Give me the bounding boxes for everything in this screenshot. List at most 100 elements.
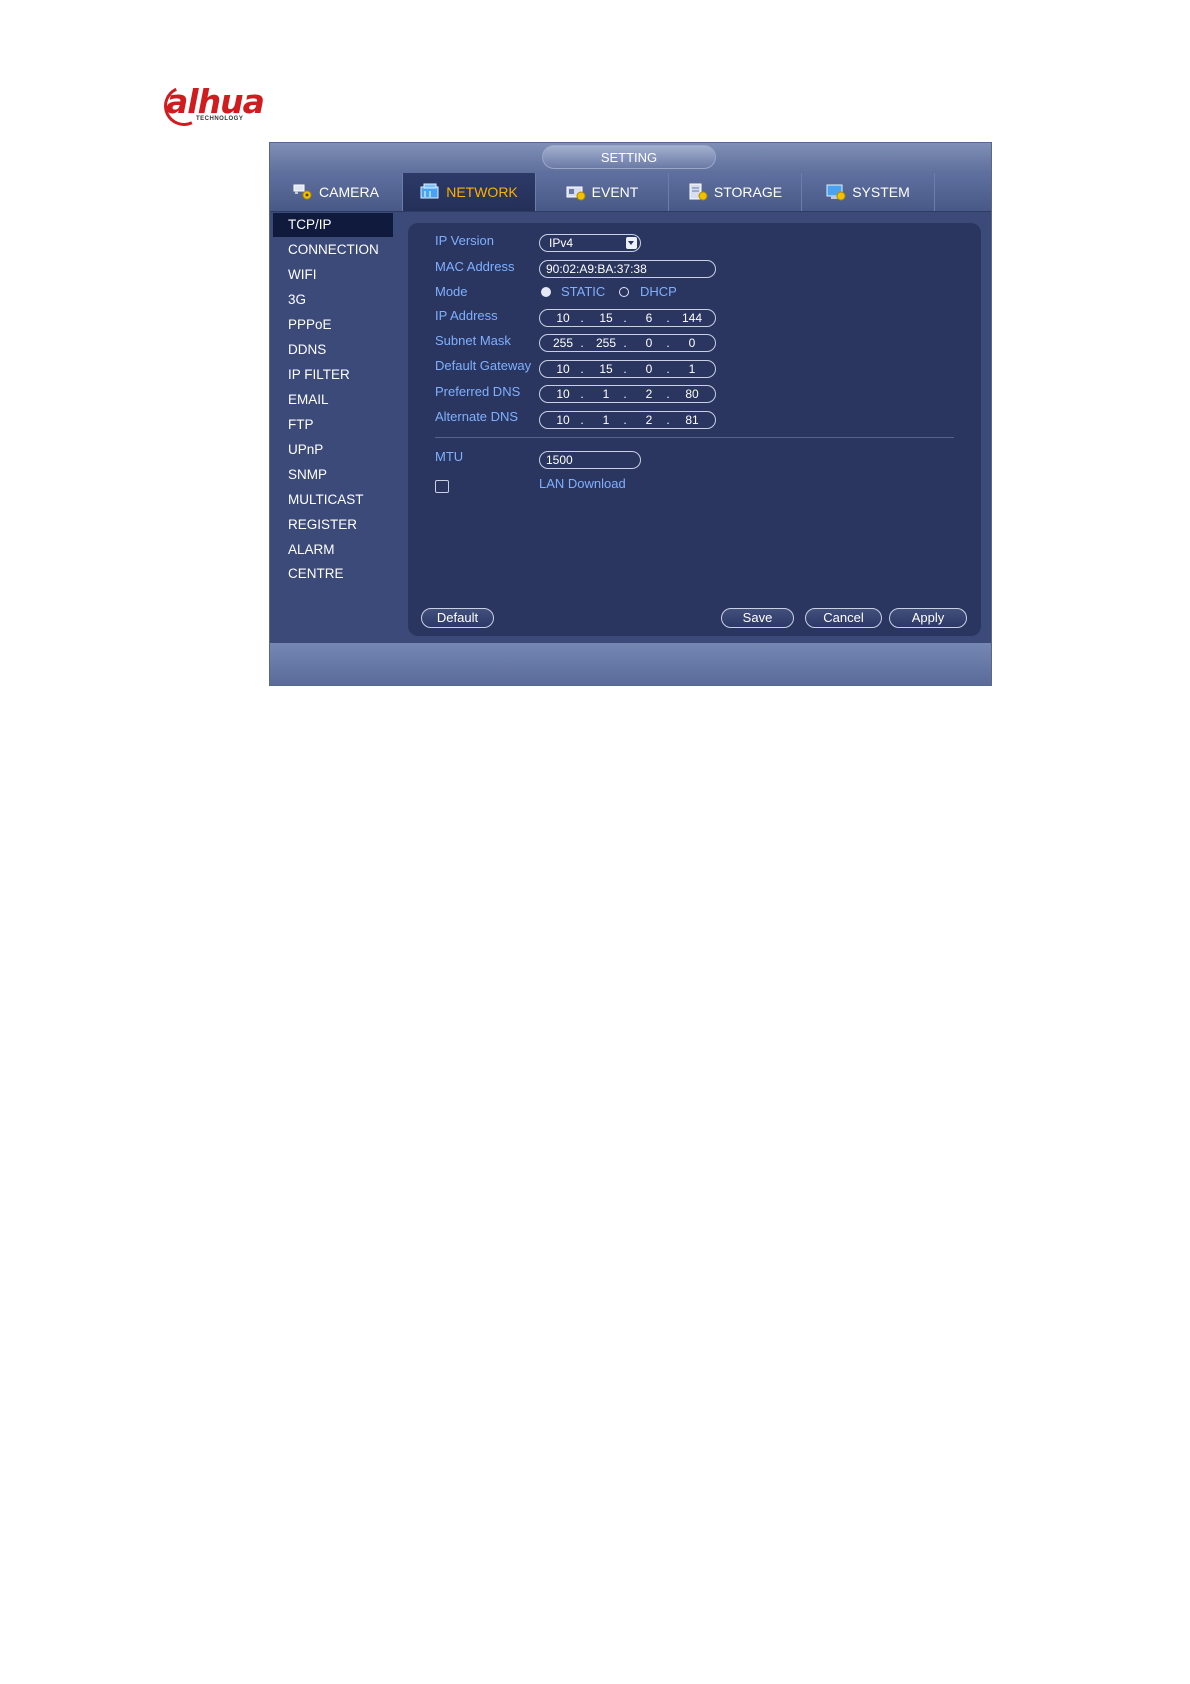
preferred-dns-label: Preferred DNS <box>435 384 521 399</box>
tab-storage-label: STORAGE <box>713 184 783 200</box>
sidebar-item-upnp[interactable]: UPnP <box>273 438 393 462</box>
ip-octet[interactable]: 15 <box>592 361 620 377</box>
event-icon <box>566 183 586 201</box>
preferred-dns-field[interactable]: 10 . 1 . 2 . 80 <box>539 385 716 403</box>
mode-label: Mode <box>435 284 468 299</box>
ip-octet[interactable]: 6 <box>635 310 663 326</box>
ip-address-field[interactable]: 10 . 15 . 6 . 144 <box>539 309 716 327</box>
mode-static-radio[interactable] <box>541 287 551 297</box>
ip-octet[interactable]: 255 <box>549 335 577 351</box>
ip-dot: . <box>623 387 627 401</box>
sidebar-item-register[interactable]: REGISTER <box>273 513 393 537</box>
ip-octet[interactable]: 144 <box>678 310 706 326</box>
ip-dot: . <box>580 336 584 350</box>
status-bar <box>270 643 991 685</box>
alternate-dns-label: Alternate DNS <box>435 409 519 424</box>
ip-octet[interactable]: 2 <box>635 386 663 402</box>
tab-camera-label: CAMERA <box>319 184 379 200</box>
ip-octet[interactable]: 10 <box>549 386 577 402</box>
ip-octet[interactable]: 1 <box>678 361 706 377</box>
sidebar-item-ddns[interactable]: DDNS <box>273 338 393 362</box>
default-gateway-field[interactable]: 10 . 15 . 0 . 1 <box>539 360 716 378</box>
tab-event-label: EVENT <box>591 184 639 200</box>
tab-system[interactable]: SYSTEM <box>802 173 935 211</box>
ip-octet[interactable]: 2 <box>635 412 663 428</box>
ip-dot: . <box>666 311 670 325</box>
ip-dot: . <box>623 336 627 350</box>
sidebar-item-tcpip[interactable]: TCP/IP <box>273 213 393 237</box>
mac-address-field: 90:02:A9:BA:37:38 <box>539 260 716 278</box>
ip-octet[interactable]: 10 <box>549 310 577 326</box>
ip-address-label: IP Address <box>435 308 498 323</box>
ip-octet[interactable]: 0 <box>635 335 663 351</box>
ip-octet[interactable]: 80 <box>678 386 706 402</box>
window-title: SETTING <box>542 145 716 169</box>
ip-dot: . <box>623 311 627 325</box>
sidebar-item-pppoe[interactable]: PPPoE <box>273 313 393 337</box>
sidebar-item-connection[interactable]: CONNECTION <box>273 238 393 262</box>
ip-octet[interactable]: 10 <box>549 361 577 377</box>
ip-dot: . <box>666 413 670 427</box>
ip-dot: . <box>623 362 627 376</box>
sidebar-item-3g[interactable]: 3G <box>273 288 393 312</box>
settings-window: SETTING CAMERA NETWORK EVENT STORAGE SYS… <box>269 142 992 686</box>
mtu-input[interactable]: 1500 <box>539 451 641 469</box>
lan-download-label[interactable]: LAN Download <box>539 476 626 491</box>
ip-version-value: IPv4 <box>549 236 574 250</box>
sidebar-item-multicast[interactable]: MULTICAST <box>273 488 393 512</box>
ip-dot: . <box>623 413 627 427</box>
ip-octet[interactable]: 1 <box>592 412 620 428</box>
ip-octet[interactable]: 0 <box>635 361 663 377</box>
ip-octet[interactable]: 81 <box>678 412 706 428</box>
mode-dhcp-label[interactable]: DHCP <box>640 284 677 299</box>
ip-octet[interactable]: 15 <box>592 310 620 326</box>
section-divider <box>435 437 954 438</box>
chevron-down-icon[interactable] <box>626 237 637 249</box>
tab-camera[interactable]: CAMERA <box>270 173 403 211</box>
default-button[interactable]: Default <box>421 608 494 628</box>
tab-storage[interactable]: STORAGE <box>669 173 802 211</box>
sidebar-item-ip-filter[interactable]: IP FILTER <box>273 363 393 387</box>
mtu-label: MTU <box>435 449 464 464</box>
dahua-logo: alhua TECHNOLOGY <box>158 80 286 132</box>
tab-event[interactable]: EVENT <box>536 173 669 211</box>
ip-octet[interactable]: 255 <box>592 335 620 351</box>
lan-download-checkbox[interactable] <box>435 480 449 493</box>
alternate-dns-field[interactable]: 10 . 1 . 2 . 81 <box>539 411 716 429</box>
camera-gear-icon <box>293 183 313 201</box>
tcpip-settings-panel: IP Version IPv4 MAC Address 90:02:A9:BA:… <box>408 223 981 636</box>
tab-network[interactable]: NETWORK <box>403 173 536 211</box>
subnet-mask-field[interactable]: 255 . 255 . 0 . 0 <box>539 334 716 352</box>
mode-dhcp-radio[interactable] <box>619 287 629 297</box>
ip-octet[interactable]: 0 <box>678 335 706 351</box>
ip-dot: . <box>580 387 584 401</box>
sidebar-item-snmp[interactable]: SNMP <box>273 463 393 487</box>
sidebar-item-ftp[interactable]: FTP <box>273 413 393 437</box>
ip-dot: . <box>580 413 584 427</box>
ip-dot: . <box>580 311 584 325</box>
mac-address-label: MAC Address <box>435 259 515 274</box>
ip-dot: . <box>580 362 584 376</box>
default-gateway-label: Default Gateway <box>435 358 532 373</box>
tab-system-label: SYSTEM <box>852 184 910 200</box>
cancel-button[interactable]: Cancel <box>805 608 882 628</box>
ip-octet[interactable]: 1 <box>592 386 620 402</box>
tab-bar: CAMERA NETWORK EVENT STORAGE SYSTEM <box>270 173 991 212</box>
ip-version-select[interactable]: IPv4 <box>539 234 641 252</box>
ip-dot: . <box>666 387 670 401</box>
logo-tagline: TECHNOLOGY <box>196 116 244 122</box>
save-button[interactable]: Save <box>721 608 794 628</box>
title-bar: SETTING <box>270 143 991 173</box>
sidebar-item-email[interactable]: EMAIL <box>273 388 393 412</box>
network-icon <box>420 183 440 201</box>
subnet-mask-label: Subnet Mask <box>435 333 511 348</box>
ip-version-label: IP Version <box>435 233 495 248</box>
system-icon <box>826 183 846 201</box>
sidebar-item-wifi[interactable]: WIFI <box>273 263 393 287</box>
ip-dot: . <box>666 362 670 376</box>
tab-network-label: NETWORK <box>446 184 518 200</box>
apply-button[interactable]: Apply <box>889 608 967 628</box>
mode-static-label[interactable]: STATIC <box>561 284 605 299</box>
sidebar-item-alarm-centre[interactable]: ALARM CENTRE <box>273 538 393 581</box>
ip-octet[interactable]: 10 <box>549 412 577 428</box>
